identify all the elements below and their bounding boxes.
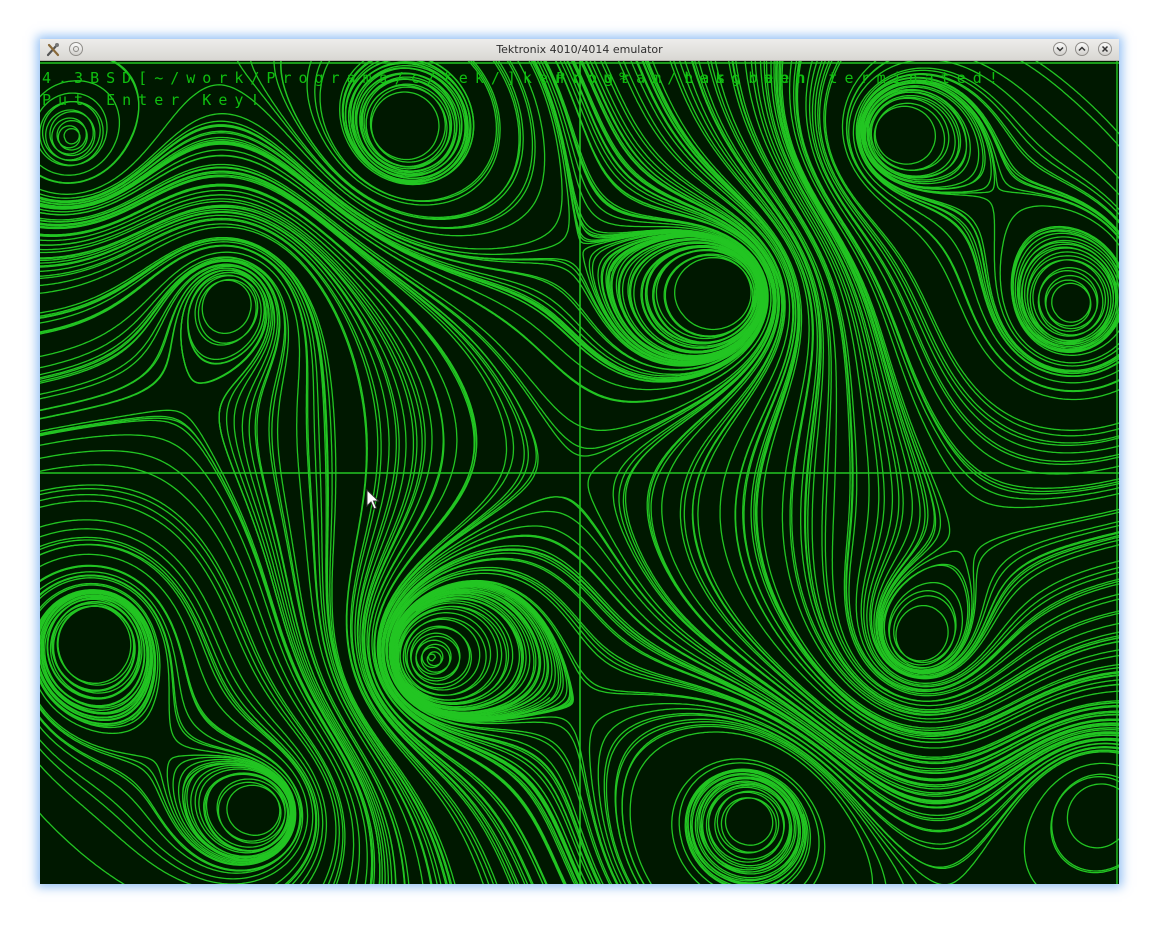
streamline <box>1051 773 1119 872</box>
terminal-terminated-message: Program has been terminated! <box>556 69 1005 87</box>
streamline <box>40 257 410 884</box>
streamline <box>40 238 456 884</box>
window-title: Tektronix 4010/4014 emulator <box>496 43 663 56</box>
streamline <box>1019 61 1119 147</box>
chevron-down-icon[interactable] <box>1053 42 1067 56</box>
tektronix-window: Tektronix 4010/4014 emulator 4.3BSD[~/wo… <box>40 39 1119 884</box>
streamline <box>40 812 125 884</box>
streamline <box>40 577 296 864</box>
streamline <box>40 194 548 884</box>
window-titlebar[interactable]: Tektronix 4010/4014 emulator <box>40 39 1119 61</box>
streamline <box>40 194 547 884</box>
streamline-plot <box>40 61 1119 884</box>
streamline <box>40 260 393 884</box>
chevron-up-icon[interactable] <box>1075 42 1089 56</box>
streamline <box>597 708 1119 884</box>
streamline <box>796 61 1119 489</box>
streamline <box>684 61 1119 716</box>
close-icon[interactable] <box>1098 42 1112 56</box>
terminal-enter-key-message: Put Enter Key! <box>42 91 267 109</box>
streamline <box>386 569 1119 884</box>
streamline <box>1066 783 1119 849</box>
streamline <box>852 67 1119 384</box>
mouse-pointer-icon <box>366 489 380 510</box>
streamline <box>1050 776 1119 874</box>
tek-display[interactable]: 4.3BSD[~/work/Programs/c/tek/]kenrou% ./… <box>40 61 1119 884</box>
